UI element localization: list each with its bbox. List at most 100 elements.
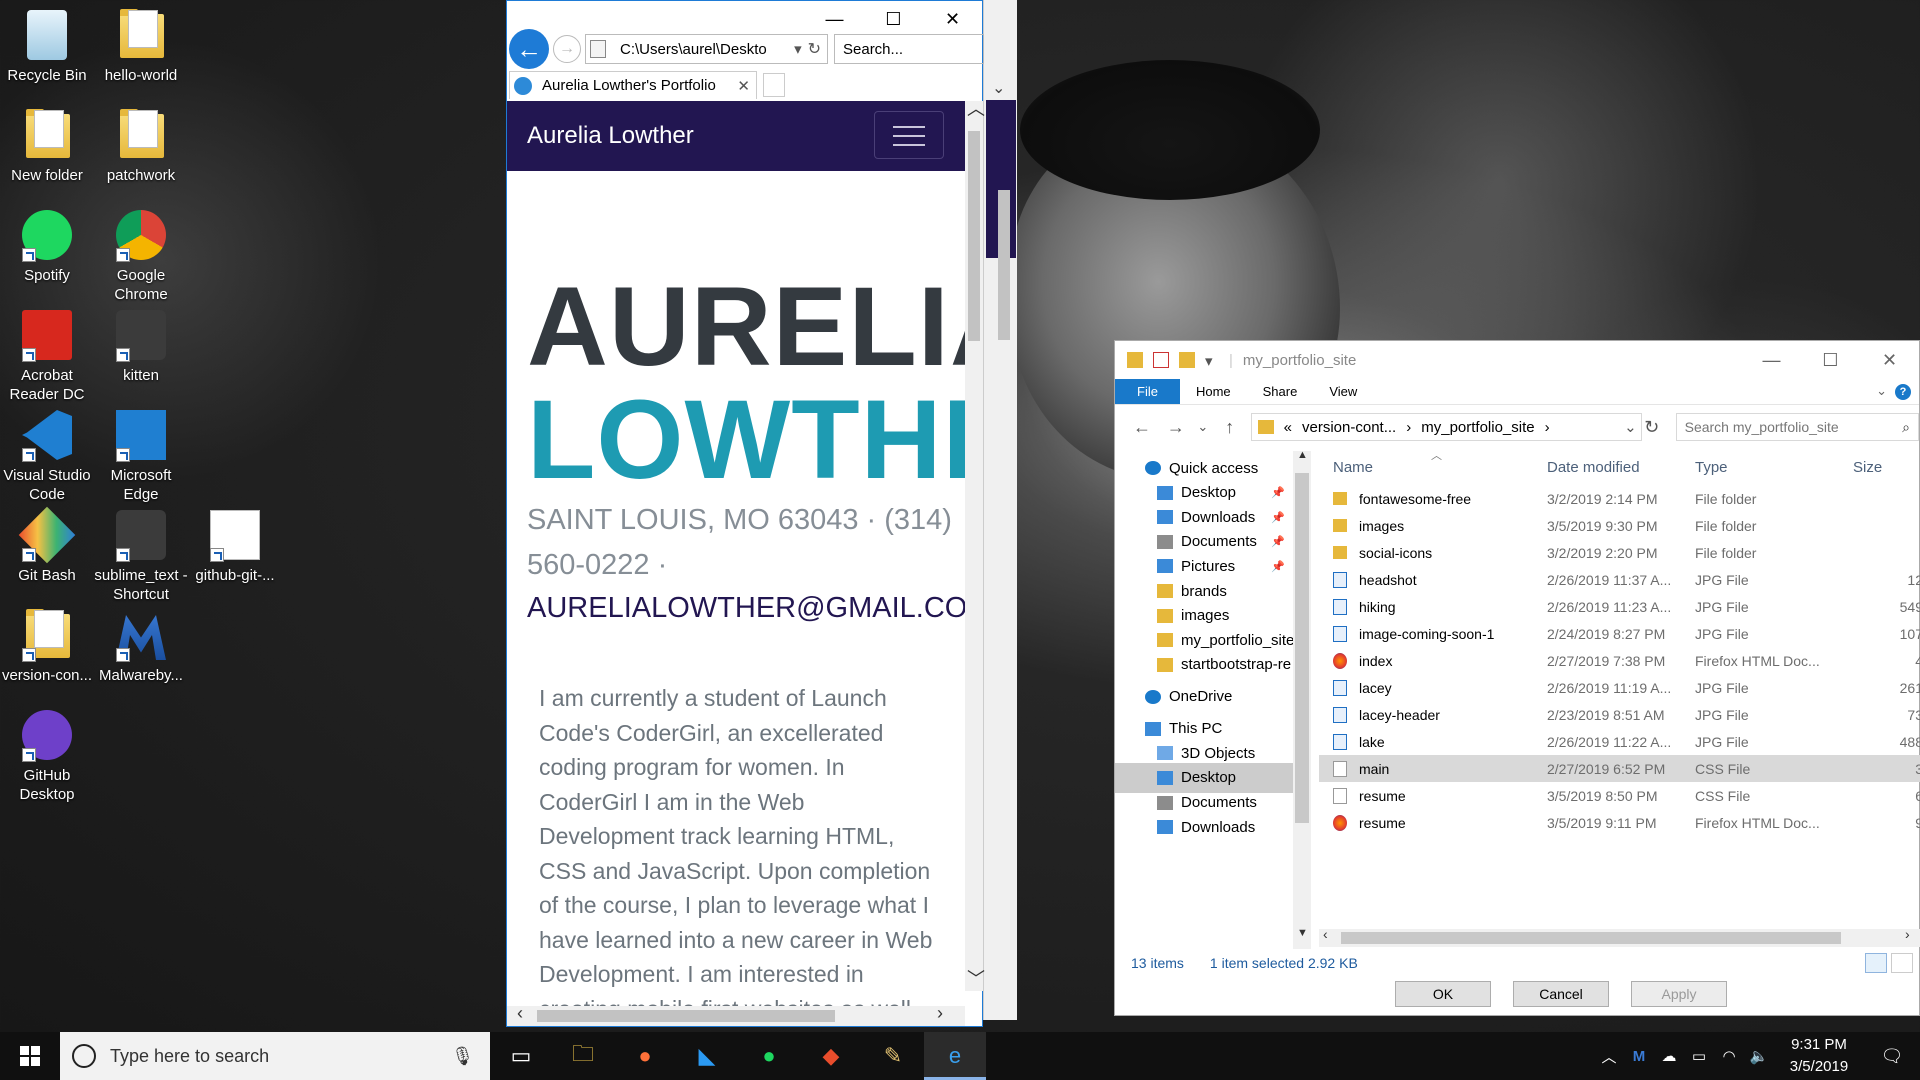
- scrollbar-thumb[interactable]: [1295, 473, 1309, 823]
- refresh-icon[interactable]: ↻: [808, 39, 821, 59]
- scroll-left-icon[interactable]: ‹: [1323, 926, 1328, 942]
- close-button[interactable]: ✕: [1860, 341, 1919, 379]
- pin-icon[interactable]: 📌: [1271, 511, 1285, 524]
- tab-home[interactable]: Home: [1180, 379, 1247, 404]
- nav-pane-scrollbar[interactable]: ▲ ▼: [1293, 449, 1311, 949]
- forward-arrow-icon[interactable]: →: [1159, 417, 1193, 438]
- action-center-icon[interactable]: 🗨: [1864, 1046, 1920, 1067]
- breadcrumb[interactable]: « version-cont... › my_portfolio_site › …: [1250, 413, 1642, 441]
- back-arrow-icon[interactable]: ←: [509, 29, 549, 69]
- nav-item-downloads[interactable]: Downloads: [1115, 812, 1293, 842]
- internet-explorer-icon[interactable]: e: [924, 1032, 986, 1080]
- vscode-icon[interactable]: ◣: [676, 1032, 738, 1080]
- scroll-up-icon[interactable]: ▲: [1297, 449, 1308, 461]
- desktop-icon-microsoft-edge[interactable]: Microsoft Edge: [94, 406, 188, 504]
- desktop-icon-patchwork[interactable]: patchwork: [94, 106, 188, 185]
- page-horizontal-scrollbar[interactable]: ‹ ›: [507, 1003, 965, 1026]
- file-row[interactable]: lacey-header 2/23/2019 8:51 AM JPG File 73: [1319, 701, 1920, 728]
- desktop-icon-sublime-text-shortcut[interactable]: sublime_text - Shortcut: [94, 506, 188, 604]
- desktop-icon-google-chrome[interactable]: Google Chrome: [94, 206, 188, 304]
- nav-item-onedrive[interactable]: OneDrive: [1115, 682, 1293, 712]
- address-bar[interactable]: C:\Users\aurel\Deskto ▾ ↻: [585, 34, 828, 64]
- git-icon[interactable]: ◆: [800, 1032, 862, 1080]
- cortana-icon[interactable]: [72, 1044, 96, 1068]
- pin-icon[interactable]: 📌: [1271, 560, 1285, 573]
- hamburger-menu-icon[interactable]: [874, 111, 944, 159]
- hero-email-link[interactable]: AURELIALOWTHER@GMAIL.COM: [527, 586, 965, 631]
- apply-button[interactable]: Apply: [1631, 981, 1727, 1007]
- file-row[interactable]: resume 3/5/2019 9:11 PM Firefox HTML Doc..…: [1319, 809, 1920, 836]
- column-size[interactable]: Size: [1843, 459, 1920, 476]
- explorer-titlebar[interactable]: ▾ | my_portfolio_site — ☐ ✕: [1115, 341, 1919, 379]
- file-row[interactable]: social-icons 3/2/2019 2:20 PM File folder: [1319, 539, 1920, 566]
- spotify-icon[interactable]: ●: [738, 1032, 800, 1080]
- tab-share[interactable]: Share: [1247, 379, 1314, 404]
- desktop-icon-malwareby[interactable]: Malwareby...: [94, 606, 188, 685]
- scrollbar-thumb[interactable]: [537, 1010, 835, 1022]
- column-name[interactable]: Name: [1319, 459, 1541, 476]
- microphone-icon[interactable]: 🎙: [451, 1046, 474, 1067]
- scroll-right-icon[interactable]: ›: [937, 1003, 943, 1024]
- clock[interactable]: 9:31 PM 3/5/2019: [1774, 1034, 1864, 1078]
- forward-arrow-icon[interactable]: →: [553, 35, 581, 63]
- new-tab-button[interactable]: [763, 73, 785, 97]
- firefox-icon[interactable]: ●: [614, 1032, 676, 1080]
- volume-icon[interactable]: 🔈: [1744, 1047, 1774, 1065]
- large-icons-view-icon[interactable]: [1891, 953, 1913, 973]
- show-hidden-icons-icon[interactable]: ︿: [1594, 1046, 1624, 1067]
- desktop-icon-acrobat-reader-dc[interactable]: Acrobat Reader DC: [0, 306, 94, 404]
- task-view-icon[interactable]: ▭: [490, 1032, 552, 1080]
- breadcrumb-separator[interactable]: ›: [1406, 419, 1411, 436]
- file-row[interactable]: main 2/27/2019 6:52 PM CSS File 3: [1319, 755, 1920, 782]
- pin-icon[interactable]: 📌: [1271, 535, 1285, 548]
- desktop-icon-spotify[interactable]: Spotify: [0, 206, 94, 285]
- scroll-left-icon[interactable]: ‹: [517, 1003, 523, 1024]
- desktop-icon-new-folder[interactable]: New folder: [0, 106, 94, 185]
- column-date-modified[interactable]: Date modified: [1541, 459, 1691, 476]
- file-row[interactable]: hiking 2/26/2019 11:23 A... JPG File 549: [1319, 593, 1920, 620]
- file-row[interactable]: headshot 2/26/2019 11:37 A... JPG File 12: [1319, 566, 1920, 593]
- recent-locations-icon[interactable]: ⌄: [1193, 419, 1213, 435]
- chevron-down-icon[interactable]: ⌄: [992, 78, 1005, 98]
- scrollbar-thumb[interactable]: [968, 131, 980, 341]
- file-row[interactable]: index 2/27/2019 7:38 PM Firefox HTML Doc..…: [1319, 647, 1920, 674]
- breadcrumb-separator[interactable]: ›: [1545, 419, 1550, 436]
- desktop-icon-visual-studio-code[interactable]: Visual Studio Code: [0, 406, 94, 504]
- new-folder-icon[interactable]: [1179, 352, 1195, 368]
- desktop-icon-recycle-bin[interactable]: Recycle Bin: [0, 6, 94, 85]
- file-row[interactable]: lake 2/26/2019 11:22 A... JPG File 488: [1319, 728, 1920, 755]
- scrollbar-thumb[interactable]: [1341, 932, 1841, 944]
- scrollbar-thumb[interactable]: [998, 190, 1010, 340]
- browser-tab[interactable]: Aurelia Lowther's Portfolio ✕: [509, 71, 757, 99]
- tab-file[interactable]: File: [1115, 379, 1180, 404]
- malwarebytes-tray-icon[interactable]: M: [1624, 1048, 1654, 1065]
- expand-ribbon-icon[interactable]: ⌄: [1876, 383, 1887, 399]
- help-icon[interactable]: ?: [1895, 384, 1911, 400]
- file-explorer-icon[interactable]: 🗀: [552, 1032, 614, 1080]
- refresh-icon[interactable]: ↻: [1642, 417, 1662, 438]
- tab-view[interactable]: View: [1313, 379, 1373, 404]
- search-input[interactable]: Search my_portfolio_site ⌕: [1675, 413, 1919, 441]
- battery-icon[interactable]: ▭: [1684, 1047, 1714, 1065]
- nav-item-startbootstrap-re[interactable]: startbootstrap-re: [1115, 650, 1293, 680]
- ok-button[interactable]: OK: [1395, 981, 1491, 1007]
- file-row[interactable]: image-coming-soon-1 2/24/2019 8:27 PM JPG …: [1319, 620, 1920, 647]
- cancel-button[interactable]: Cancel: [1513, 981, 1609, 1007]
- up-arrow-icon[interactable]: ↑: [1213, 417, 1247, 438]
- dropdown-icon[interactable]: ▾: [794, 40, 802, 58]
- maximize-button[interactable]: ☐: [1801, 341, 1860, 379]
- properties-icon[interactable]: [1153, 352, 1169, 368]
- file-list-horizontal-scrollbar[interactable]: ‹ ›: [1319, 926, 1920, 947]
- desktop-icon-github-desktop[interactable]: GitHub Desktop: [0, 706, 94, 804]
- file-row[interactable]: fontawesome-free 3/2/2019 2:14 PM File fol…: [1319, 485, 1920, 512]
- onedrive-tray-icon[interactable]: ☁: [1654, 1047, 1684, 1065]
- site-brand[interactable]: Aurelia Lowther: [527, 122, 694, 150]
- desktop-icon-git-bash[interactable]: Git Bash: [0, 506, 94, 585]
- scroll-down-icon[interactable]: ﹀: [967, 965, 985, 991]
- details-view-icon[interactable]: [1865, 953, 1887, 973]
- minimize-button[interactable]: —: [1742, 341, 1801, 379]
- scroll-right-icon[interactable]: ›: [1905, 926, 1910, 942]
- taskbar-search-box[interactable]: Type here to search 🎙: [60, 1032, 490, 1080]
- customize-toolbar-icon[interactable]: ▾: [1205, 352, 1215, 370]
- column-type[interactable]: Type: [1691, 459, 1843, 476]
